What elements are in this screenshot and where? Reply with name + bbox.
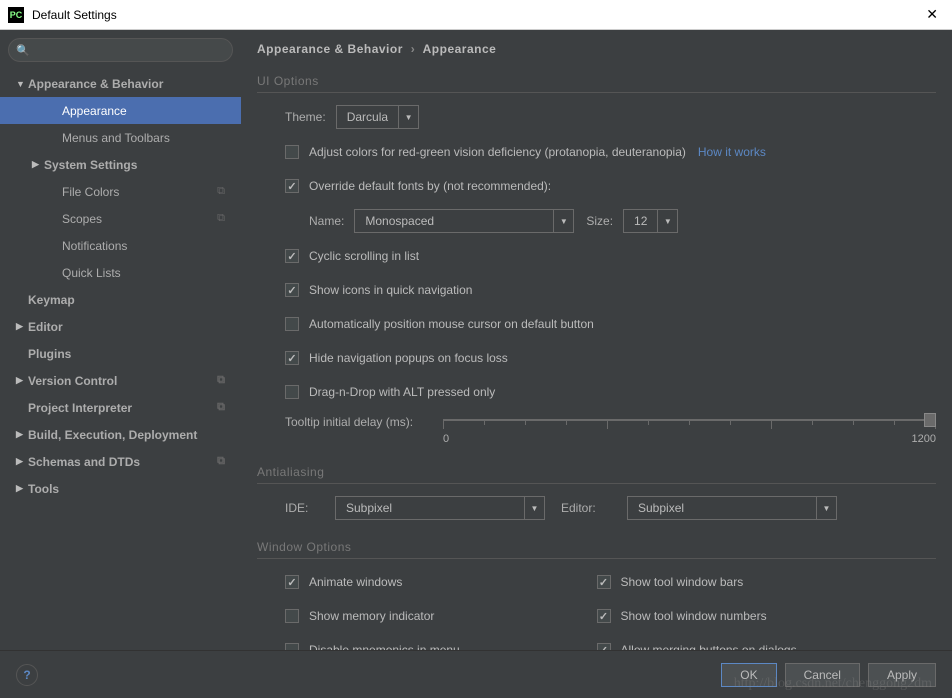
how-it-works-link[interactable]: How it works (698, 145, 766, 159)
sidebar-item-label: File Colors (62, 185, 119, 199)
sidebar-item-label: Appearance & Behavior (28, 77, 163, 91)
theme-select[interactable]: Darcula▼ (336, 105, 419, 129)
tree-arrow-icon: ▶ (16, 321, 28, 332)
sidebar-item[interactable]: Notifications (0, 232, 241, 259)
apply-button[interactable]: Apply (868, 663, 936, 687)
sidebar-item-label: Plugins (28, 347, 71, 361)
sidebar-item-label: Schemas and DTDs (28, 455, 140, 469)
cancel-button[interactable]: Cancel (785, 663, 860, 687)
ok-button[interactable]: OK (721, 663, 776, 687)
aa-editor-select[interactable]: Subpixel▼ (627, 496, 837, 520)
tree-arrow-icon: ▶ (16, 375, 28, 386)
sidebar-item[interactable]: ▶System Settings (0, 151, 241, 178)
sidebar-item[interactable]: Plugins (0, 340, 241, 367)
override-fonts-checkbox[interactable] (285, 179, 299, 193)
aa-ide-label: IDE: (285, 501, 325, 515)
copy-icon: ⧉ (217, 374, 225, 387)
cyclic-checkbox[interactable] (285, 249, 299, 263)
theme-label: Theme: (285, 110, 326, 124)
sidebar-item-label: Build, Execution, Deployment (28, 428, 197, 442)
sidebar-item-label: System Settings (44, 158, 137, 172)
sidebar-item[interactable]: ▶Tools (0, 475, 241, 502)
drag-alt-checkbox[interactable] (285, 385, 299, 399)
titlebar: PC Default Settings ✕ (0, 0, 952, 30)
sidebar-item-label: Keymap (28, 293, 75, 307)
sidebar-item-label: Quick Lists (62, 266, 121, 280)
settings-tree: ▼Appearance & Behavior Appearance Menus an… (0, 70, 241, 650)
close-icon[interactable]: ✕ (920, 6, 944, 23)
footer: ? OK Cancel Apply (0, 650, 952, 698)
sidebar-item-label: Project Interpreter (28, 401, 132, 415)
tree-arrow-icon: ▶ (32, 159, 44, 170)
merge-buttons-checkbox[interactable] (597, 643, 611, 650)
sidebar-item[interactable]: Quick Lists (0, 259, 241, 286)
show-icons-checkbox[interactable] (285, 283, 299, 297)
sidebar-item[interactable]: ▶Editor (0, 313, 241, 340)
font-size-label: Size: (586, 214, 613, 228)
sidebar-item[interactable]: Menus and Toolbars (0, 124, 241, 151)
tool-bars-checkbox[interactable] (597, 575, 611, 589)
font-name-label: Name: (309, 214, 344, 228)
tooltip-delay-label: Tooltip initial delay (ms): (285, 415, 413, 429)
window-title: Default Settings (32, 8, 920, 22)
aa-editor-label: Editor: (561, 501, 617, 515)
sidebar-item[interactable]: Project Interpreter ⧉ (0, 394, 241, 421)
hide-nav-checkbox[interactable] (285, 351, 299, 365)
sidebar-item[interactable]: ▼Appearance & Behavior (0, 70, 241, 97)
chevron-down-icon[interactable]: ▼ (657, 210, 677, 232)
sidebar-item[interactable]: Keymap (0, 286, 241, 313)
tooltip-delay-slider[interactable]: 01200 (443, 415, 936, 445)
memory-checkbox[interactable] (285, 609, 299, 623)
mnemonics-checkbox[interactable] (285, 643, 299, 650)
sidebar-item[interactable]: ▶Build, Execution, Deployment (0, 421, 241, 448)
adjust-colors-label: Adjust colors for red-green vision defic… (309, 145, 686, 159)
sidebar-item[interactable]: File Colors ⧉ (0, 178, 241, 205)
copy-icon: ⧉ (217, 455, 225, 468)
section-window-options: Window Options (257, 540, 936, 559)
sidebar-item-label: Tools (28, 482, 59, 496)
tool-numbers-checkbox[interactable] (597, 609, 611, 623)
chevron-down-icon[interactable]: ▼ (816, 497, 836, 519)
slider-thumb[interactable] (924, 413, 936, 427)
font-size-select[interactable]: 12▼ (623, 209, 678, 233)
content-panel: Appearance & Behavior › Appearance UI Op… (241, 30, 952, 650)
copy-icon: ⧉ (217, 212, 225, 225)
sidebar-item-label: Notifications (62, 239, 127, 253)
sidebar-item[interactable]: Scopes ⧉ (0, 205, 241, 232)
section-antialiasing: Antialiasing (257, 465, 936, 484)
sidebar-item[interactable]: Appearance (0, 97, 241, 124)
tree-arrow-icon: ▶ (16, 429, 28, 440)
breadcrumb: Appearance & Behavior › Appearance (257, 42, 936, 56)
sidebar-item-label: Version Control (28, 374, 117, 388)
tree-arrow-icon: ▶ (16, 456, 28, 467)
sidebar-item[interactable]: ▶Schemas and DTDs ⧉ (0, 448, 241, 475)
chevron-down-icon[interactable]: ▼ (524, 497, 544, 519)
section-ui-options: UI Options (257, 74, 936, 93)
copy-icon: ⧉ (217, 401, 225, 414)
copy-icon: ⧉ (217, 185, 225, 198)
tree-arrow-icon: ▶ (16, 483, 28, 494)
aa-ide-select[interactable]: Subpixel▼ (335, 496, 545, 520)
sidebar-item-label: Editor (28, 320, 63, 334)
adjust-colors-checkbox[interactable] (285, 145, 299, 159)
search-input[interactable] (8, 38, 233, 62)
tree-arrow-icon: ▼ (16, 79, 28, 89)
help-button[interactable]: ? (16, 664, 38, 686)
auto-mouse-checkbox[interactable] (285, 317, 299, 331)
chevron-down-icon[interactable]: ▼ (398, 106, 418, 128)
sidebar: 🔍 ▼Appearance & Behavior Appearance Menus … (0, 30, 241, 650)
sidebar-item-label: Appearance (62, 104, 127, 118)
chevron-down-icon[interactable]: ▼ (553, 210, 573, 232)
font-name-select[interactable]: Monospaced▼ (354, 209, 574, 233)
animate-checkbox[interactable] (285, 575, 299, 589)
app-icon: PC (8, 7, 24, 23)
search-icon: 🔍 (16, 44, 30, 57)
sidebar-item-label: Scopes (62, 212, 102, 226)
override-fonts-label: Override default fonts by (not recommend… (309, 179, 551, 193)
sidebar-item[interactable]: ▶Version Control ⧉ (0, 367, 241, 394)
sidebar-item-label: Menus and Toolbars (62, 131, 170, 145)
